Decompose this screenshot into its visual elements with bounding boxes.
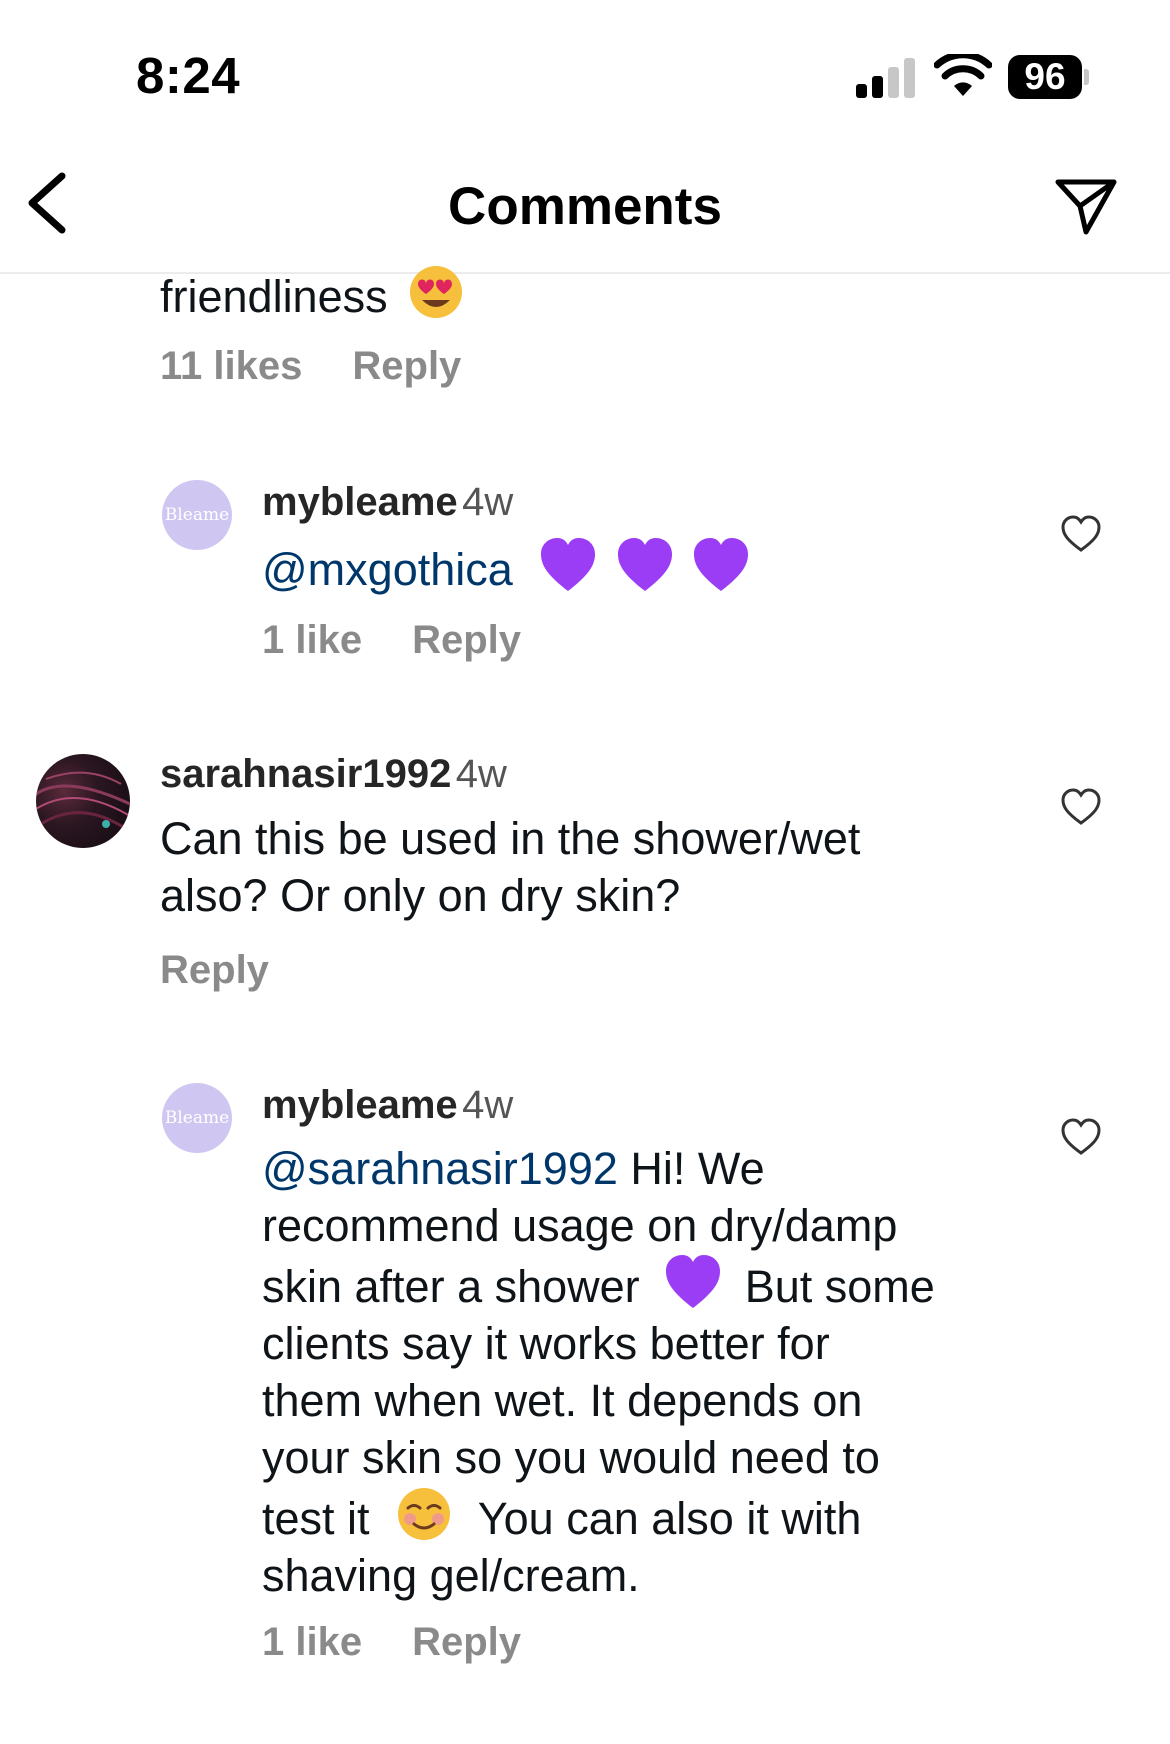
heart-outline-icon[interactable]: [1061, 788, 1101, 826]
likes-count[interactable]: 11 likes: [160, 344, 302, 388]
reply-button[interactable]: Reply: [412, 1620, 521, 1664]
comment-meta: 11 likes Reply: [160, 344, 511, 389]
cellular-signal-icon: [856, 58, 915, 98]
mention-link[interactable]: @sarahnasir1992: [262, 1143, 618, 1194]
username[interactable]: mybleame: [262, 1083, 458, 1127]
battery-indicator: 96: [1008, 55, 1090, 99]
reply-button[interactable]: Reply: [412, 618, 521, 662]
comment-header: mybleame 4w: [262, 1083, 513, 1128]
comment-header: mybleame 4w: [262, 480, 513, 525]
heart-outline-icon[interactable]: [1061, 515, 1101, 553]
comment-text: friendliness: [160, 264, 464, 325]
purple-heart-emoji: [694, 538, 749, 591]
status-time: 8:24: [136, 47, 241, 104]
likes-count[interactable]: 1 like: [262, 1620, 362, 1664]
reply-button[interactable]: Reply: [160, 948, 269, 992]
comment-time: 4w: [462, 480, 514, 524]
likes-count[interactable]: 1 like: [262, 618, 362, 662]
username[interactable]: sarahnasir1992: [160, 752, 451, 796]
comment-time: 4w: [455, 752, 507, 796]
comment-meta: 1 like Reply: [262, 618, 571, 663]
wifi-icon: [934, 54, 992, 96]
comment-header: sarahnasir1992 4w: [160, 752, 507, 797]
purple-heart-emoji: [666, 1255, 721, 1308]
comment-meta: 1 like Reply: [262, 1620, 571, 1665]
battery-level: 96: [1008, 55, 1082, 99]
page-title: Comments: [448, 177, 722, 236]
heart-outline-icon[interactable]: [1061, 1118, 1101, 1156]
mention-link[interactable]: @mxgothica: [262, 544, 513, 595]
purple-heart-emoji: [541, 538, 596, 591]
comment-time: 4w: [462, 1083, 514, 1127]
reply-button[interactable]: Reply: [352, 344, 461, 388]
smiling-face-emoji: [398, 1488, 451, 1540]
comment-meta: Reply: [160, 948, 319, 993]
username[interactable]: mybleame: [262, 480, 458, 524]
comment-text: @sarahnasir1992 Hi! We recommend usage o…: [262, 1143, 935, 1601]
comment-text: @mxgothica: [262, 537, 750, 598]
comment-text: Can this be used in the shower/wet also?…: [160, 813, 861, 921]
purple-heart-emoji: [617, 538, 672, 591]
send-icon[interactable]: [1054, 174, 1118, 238]
avatar[interactable]: Bleame: [162, 1083, 232, 1153]
heart-eyes-emoji: [410, 266, 463, 318]
avatar[interactable]: [36, 754, 130, 848]
avatar[interactable]: Bleame: [162, 480, 232, 550]
